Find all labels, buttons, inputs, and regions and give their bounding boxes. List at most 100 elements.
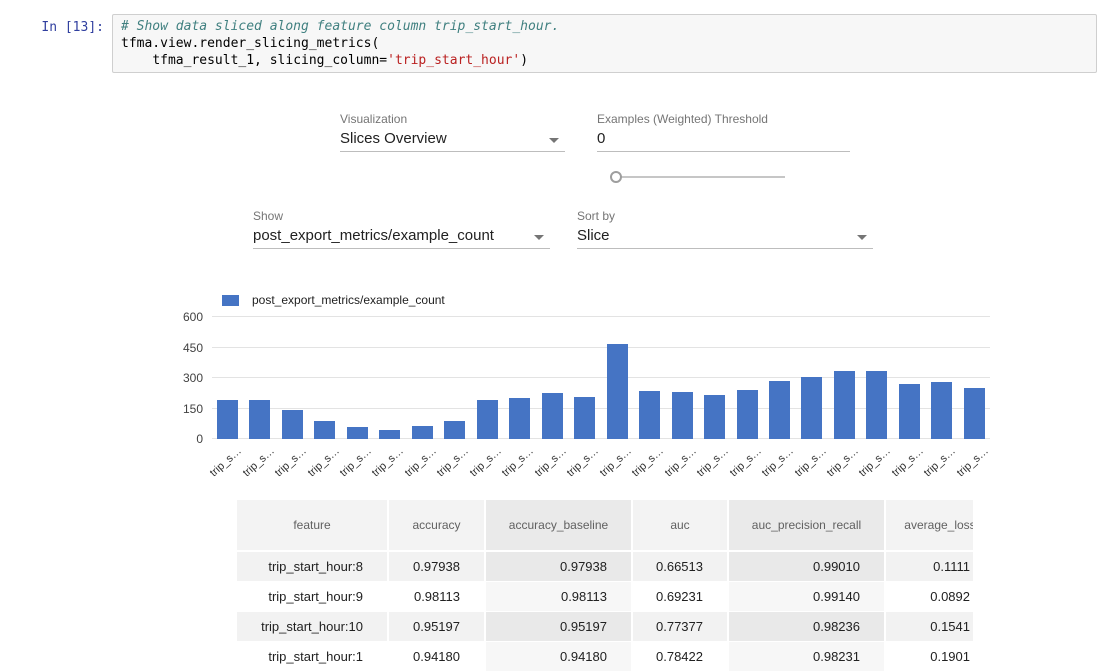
table-row[interactable]: trip_start_hour:90.981130.981130.692310.…	[237, 581, 973, 611]
x-tick-label: trip_s…	[565, 445, 601, 479]
code-indent	[121, 53, 152, 68]
bar[interactable]	[347, 427, 368, 439]
code-line-2: tfma.view.render_slicing_metrics(	[121, 36, 379, 51]
bar[interactable]	[834, 371, 855, 439]
metric-cell: 0.97938	[387, 552, 484, 581]
x-tick: trip_s…	[607, 441, 628, 477]
bar[interactable]	[542, 393, 563, 439]
visualization-value: Slices Overview	[340, 130, 447, 147]
table-header-row: featureaccuracyaccuracy_baselineaucauc_p…	[237, 500, 973, 552]
column-header-auc[interactable]: auc	[631, 500, 727, 550]
metric-cell: 0.99140	[727, 582, 884, 611]
y-tick-label: 450	[163, 341, 203, 355]
x-tick: trip_s…	[574, 441, 595, 477]
column-header-auc_precision_recall[interactable]: auc_precision_recall	[727, 500, 884, 550]
bar[interactable]	[607, 344, 628, 439]
visualization-label: Visualization	[340, 112, 407, 126]
bar[interactable]	[964, 388, 985, 439]
x-tick: trip_s…	[866, 441, 887, 477]
bar[interactable]	[477, 400, 498, 439]
bar[interactable]	[217, 400, 238, 439]
x-tick-label: trip_s…	[468, 445, 504, 479]
metric-cell: 0.0892	[884, 582, 973, 611]
threshold-input[interactable]: 0	[597, 128, 850, 152]
sort-by-dropdown[interactable]: Slice	[577, 225, 873, 249]
metric-cell: 0.97938	[484, 552, 631, 581]
column-header-accuracy[interactable]: accuracy	[387, 500, 484, 550]
code-editor[interactable]: # Show data sliced along feature column …	[112, 14, 1097, 73]
x-tick-label: trip_s…	[662, 445, 698, 479]
bar[interactable]	[379, 430, 400, 439]
y-tick-label: 300	[163, 371, 203, 385]
column-header-feature[interactable]: feature	[237, 500, 387, 550]
bar[interactable]	[444, 421, 465, 439]
bar[interactable]	[899, 384, 920, 439]
x-tick-label: trip_s…	[760, 445, 796, 479]
bar[interactable]	[737, 390, 758, 439]
metric-cell: 0.95197	[387, 612, 484, 641]
x-tick: trip_s…	[379, 441, 400, 477]
feature-cell: trip_start_hour:1	[237, 642, 387, 671]
x-tick: trip_s…	[769, 441, 790, 477]
code-cell: In [13]: # Show data sliced along featur…	[0, 14, 1111, 73]
bar[interactable]	[249, 400, 270, 439]
y-tick-label: 600	[163, 310, 203, 324]
feature-cell: trip_start_hour:10	[237, 612, 387, 641]
metric-cell: 0.94180	[387, 642, 484, 671]
x-tick-label: trip_s…	[273, 445, 309, 479]
bar[interactable]	[801, 377, 822, 439]
x-tick: trip_s…	[964, 441, 985, 477]
bar[interactable]	[866, 371, 887, 439]
metric-cell: 0.98113	[484, 582, 631, 611]
bar[interactable]	[314, 421, 335, 439]
sort-by-value: Slice	[577, 227, 610, 244]
sort-by-label: Sort by	[577, 209, 615, 223]
x-tick-label: trip_s…	[338, 445, 374, 479]
x-tick-label: trip_s…	[792, 445, 828, 479]
metric-cell: 0.66513	[631, 552, 727, 581]
legend-label: post_export_metrics/example_count	[252, 293, 445, 307]
x-tick: trip_s…	[509, 441, 530, 477]
x-tick-label: trip_s…	[370, 445, 406, 479]
metric-cell: 0.94180	[484, 642, 631, 671]
table-row[interactable]: trip_start_hour:80.979380.979380.665130.…	[237, 552, 973, 581]
x-tick: trip_s…	[347, 441, 368, 477]
threshold-slider-track[interactable]	[616, 176, 785, 178]
threshold-slider-handle[interactable]	[610, 171, 622, 183]
column-header-accuracy_baseline[interactable]: accuracy_baseline	[484, 500, 631, 550]
show-metric-dropdown[interactable]: post_export_metrics/example_count	[253, 225, 550, 249]
bar[interactable]	[704, 395, 725, 439]
bar[interactable]	[672, 392, 693, 439]
legend-swatch	[222, 295, 239, 306]
chevron-down-icon	[857, 235, 867, 240]
column-header-average_loss[interactable]: average_loss	[884, 500, 973, 550]
x-tick-label: trip_s…	[922, 445, 958, 479]
bar[interactable]	[769, 381, 790, 439]
x-tick-label: trip_s…	[727, 445, 763, 479]
bar[interactable]	[931, 382, 952, 439]
x-tick-label: trip_s…	[857, 445, 893, 479]
bar[interactable]	[509, 398, 530, 439]
x-tick: trip_s…	[477, 441, 498, 477]
bar[interactable]	[574, 397, 595, 439]
x-tick: trip_s…	[639, 441, 660, 477]
x-tick-label: trip_s…	[825, 445, 861, 479]
metric-cell: 0.98236	[727, 612, 884, 641]
metric-cell: 0.1111	[884, 552, 973, 581]
x-tick: trip_s…	[249, 441, 270, 477]
metrics-table: featureaccuracyaccuracy_baselineaucauc_p…	[237, 500, 973, 671]
bar[interactable]	[412, 426, 433, 439]
bar[interactable]	[639, 391, 660, 439]
feature-cell: trip_start_hour:8	[237, 552, 387, 581]
show-label: Show	[253, 209, 283, 223]
table-row[interactable]: trip_start_hour:100.951970.951970.773770…	[237, 611, 973, 641]
metric-cell: 0.98231	[727, 642, 884, 671]
show-metric-value: post_export_metrics/example_count	[253, 227, 494, 244]
x-tick: trip_s…	[899, 441, 920, 477]
table-row[interactable]: trip_start_hour:10.941800.941800.784220.…	[237, 641, 973, 671]
visualization-dropdown[interactable]: Slices Overview	[340, 128, 565, 152]
x-tick: trip_s…	[542, 441, 563, 477]
bar[interactable]	[282, 410, 303, 439]
table-body: trip_start_hour:80.979380.979380.665130.…	[237, 552, 973, 671]
code-string-literal: 'trip_start_hour'	[387, 53, 520, 68]
